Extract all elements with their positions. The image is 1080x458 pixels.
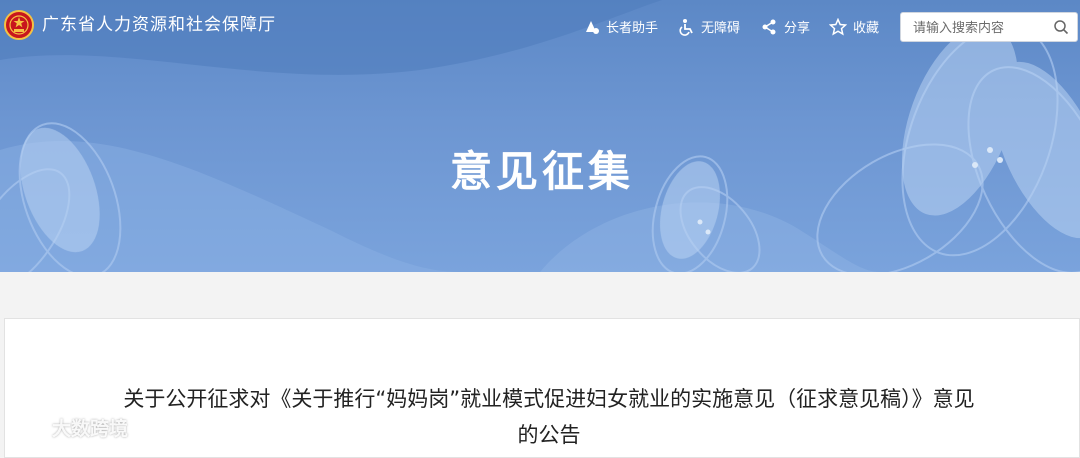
national-emblem-icon [4, 10, 34, 40]
search-box[interactable] [900, 12, 1078, 43]
notice-title-line2: 的公告 [517, 423, 581, 447]
elder-assist-label: 长者助手 [606, 21, 659, 36]
star-icon [829, 17, 847, 36]
site-name: 广东省人力资源和社会保障厅 [42, 15, 276, 35]
watermark-logo-icon [8, 420, 43, 435]
top-navigation-bar: 广东省人力资源和社会保障厅 长者助手 无障碍 分享 收藏 请输入搜索内容 [0, 0, 1080, 52]
hero-banner: 广东省人力资源和社会保障厅 长者助手 无障碍 分享 收藏 请输入搜索内容 意见征… [0, 0, 1080, 272]
elder-assist-icon [586, 20, 599, 34]
favorite-label: 收藏 [853, 21, 880, 36]
notice-title-line1: 关于公开征求对《关于推行“妈妈岗”就业模式促进妇女就业的实施意见（征求意见稿）》… [123, 387, 975, 411]
search-icon[interactable] [1053, 19, 1069, 35]
share-button[interactable]: 分享 [760, 17, 810, 36]
elder-assist-button[interactable]: 长者助手 [582, 17, 658, 36]
site-brand[interactable]: 广东省人力资源和社会保障厅 [4, 10, 276, 40]
watermark-text: 大数跨境 [52, 418, 129, 440]
favorite-button[interactable]: 收藏 [829, 17, 879, 36]
search-input[interactable] [911, 13, 1055, 43]
watermark: 大数跨境 [6, 414, 128, 441]
share-label: 分享 [784, 21, 811, 36]
accessibility-button[interactable]: 无障碍 [677, 17, 740, 36]
share-icon [762, 19, 776, 34]
accessibility-label: 无障碍 [701, 21, 741, 36]
notice-title[interactable]: 关于公开征求对《关于推行“妈妈岗”就业模式促进妇女就业的实施意见（征求意见稿）》… [89, 381, 1009, 453]
page-title: 意见征集 [449, 147, 634, 196]
wheelchair-icon [679, 18, 693, 36]
notice-card: 关于公开征求对《关于推行“妈妈岗”就业模式促进妇女就业的实施意见（征求意见稿）》… [4, 318, 1080, 458]
